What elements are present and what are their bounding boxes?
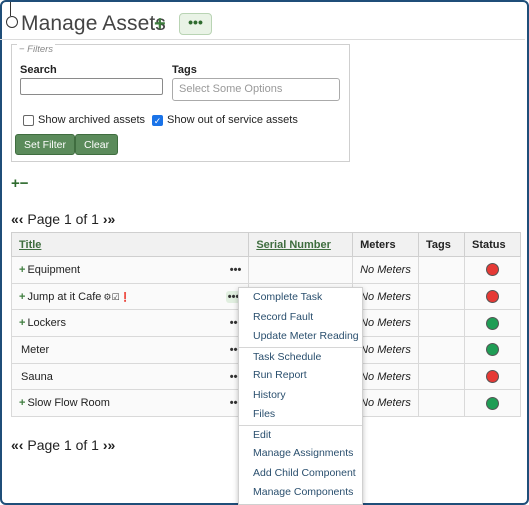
expand-row-icon[interactable]: + [19, 264, 25, 276]
status-indicator-icon [486, 290, 499, 304]
asset-title[interactable]: Equipment [27, 264, 80, 276]
menu-item-edit[interactable]: Edit [239, 424, 362, 445]
collapse-all-button[interactable]: − [20, 175, 29, 192]
asset-title[interactable]: Jump at it Cafe [27, 291, 101, 303]
filters-legend-toggle[interactable]: − Filters [17, 44, 56, 55]
asset-title[interactable]: Slow Flow Room [27, 397, 110, 409]
text-cursor [10, 2, 11, 16]
cell-serial [248, 256, 354, 284]
asset-title[interactable]: Meter [21, 344, 49, 356]
search-input[interactable] [20, 78, 163, 95]
tree-controls: +− [11, 175, 29, 192]
prev-page-button[interactable]: ‹ [19, 211, 24, 227]
show-archived-checkbox[interactable] [23, 114, 34, 126]
last-page-button[interactable]: » [108, 211, 116, 227]
cell-status [464, 282, 521, 311]
cell-status [464, 362, 521, 391]
expand-all-button[interactable]: + [11, 175, 20, 192]
asset-status-icons: ⚙☑❗ [103, 291, 131, 302]
page-indicator: Page 1 of 1 [27, 437, 99, 453]
first-page-button[interactable]: « [11, 437, 19, 453]
cell-title: + Slow Flow Room ••• [10, 389, 250, 418]
asset-title[interactable]: Sauna [21, 371, 53, 383]
row-context-menu: Complete Task Record Fault Update Meter Re… [238, 287, 363, 505]
status-indicator-icon [486, 396, 499, 410]
add-asset-button[interactable]: + [154, 13, 166, 36]
pager-top: «‹ Page 1 of 1 ›» [11, 211, 115, 227]
cell-title: + Jump at it Cafe ⚙☑❗ ••• [10, 282, 250, 311]
header-serial-number[interactable]: Serial Number [248, 232, 354, 257]
expand-row-icon[interactable]: + [19, 397, 25, 409]
set-filter-button[interactable]: Set Filter [15, 134, 76, 155]
page-title: Manage Assets [21, 12, 166, 35]
cell-tags [418, 309, 465, 338]
expand-row-icon[interactable]: + [19, 291, 25, 303]
status-indicator-icon [486, 343, 499, 357]
cell-status [464, 256, 521, 284]
pager-bottom: «‹ Page 1 of 1 ›» [11, 437, 115, 453]
status-indicator-icon [486, 263, 499, 277]
page-indicator: Page 1 of 1 [27, 211, 99, 227]
header-tags: Tags [418, 232, 465, 257]
show-archived-label: Show archived assets [38, 114, 145, 126]
menu-item-record-fault[interactable]: Record Fault [239, 308, 362, 328]
asset-title[interactable]: Lockers [27, 317, 66, 329]
header-meters: Meters [352, 232, 420, 257]
show-out-of-service-label: Show out of service assets [167, 114, 298, 126]
menu-item-manage-components[interactable]: Manage Components [239, 483, 362, 503]
cell-tags [418, 336, 465, 364]
menu-item-run-report[interactable]: Run Report [239, 366, 362, 386]
show-archived-row[interactable]: Show archived assets [23, 114, 145, 126]
expand-row-icon[interactable]: + [19, 317, 25, 329]
search-label: Search [20, 64, 57, 76]
menu-item-update-meter-reading[interactable]: Update Meter Reading [239, 327, 362, 347]
show-out-of-service-row[interactable]: ✓ Show out of service assets [152, 114, 298, 126]
clear-button[interactable]: Clear [75, 134, 119, 155]
menu-item-add-child-component[interactable]: Add Child Component [239, 464, 362, 484]
tags-select[interactable]: Select Some Options [172, 78, 340, 101]
more-options-button[interactable]: ••• [179, 13, 212, 35]
cell-title: + Lockers ••• [10, 309, 250, 338]
menu-item-task-schedule[interactable]: Task Schedule [239, 346, 362, 367]
cell-tags [418, 362, 465, 391]
header-title[interactable]: Title [10, 232, 250, 257]
prev-page-button[interactable]: ‹ [19, 437, 24, 453]
status-indicator-icon [486, 316, 499, 330]
row-menu-button[interactable]: ••• [230, 264, 242, 276]
cell-title: + Equipment ••• [10, 256, 250, 284]
menu-item-complete-task[interactable]: Complete Task [239, 288, 362, 308]
menu-item-history[interactable]: History [239, 386, 362, 406]
cell-meters: No Meters [352, 256, 420, 284]
last-page-button[interactable]: » [108, 437, 116, 453]
show-out-of-service-checkbox[interactable]: ✓ [152, 114, 163, 126]
first-page-button[interactable]: « [11, 211, 19, 227]
tags-label: Tags [172, 64, 197, 76]
cell-title: Sauna ••• [10, 362, 250, 391]
table-header-row: Title Serial Number Meters Tags Status [10, 232, 521, 257]
menu-item-files[interactable]: Files [239, 405, 362, 425]
status-indicator-icon [486, 370, 499, 384]
header-status: Status [464, 232, 521, 257]
cell-status [464, 336, 521, 364]
cell-status [464, 389, 521, 418]
cell-tags [418, 256, 465, 284]
cell-status [464, 309, 521, 338]
circle-icon [6, 16, 18, 28]
menu-item-manage-assignments[interactable]: Manage Assignments [239, 444, 362, 464]
cell-tags [418, 282, 465, 311]
cell-tags [418, 389, 465, 418]
cell-title: Meter ••• [10, 336, 250, 364]
table-row[interactable]: + Equipment ••• No Meters [10, 256, 521, 284]
